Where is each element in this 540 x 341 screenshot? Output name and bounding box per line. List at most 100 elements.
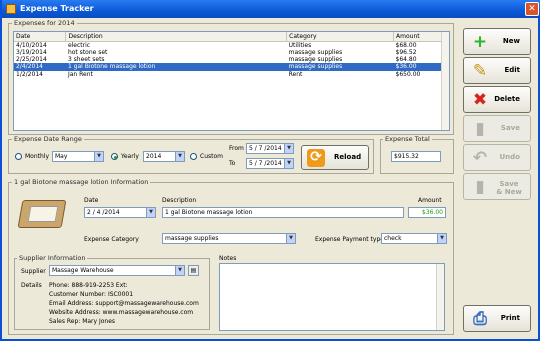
yearly-radio[interactable] <box>111 153 118 160</box>
supplier-phone: Phone: 888-919-2253 Ext: <box>49 282 128 289</box>
supplier-website: Website Address: www.massagewarehouse.co… <box>49 309 194 316</box>
payment-type-select[interactable]: check ▼ <box>381 233 447 244</box>
cell-category: massage supplies <box>288 56 343 64</box>
cell-category: massage supplies <box>288 48 343 56</box>
to-label: To <box>229 160 236 167</box>
cell-description: 1 gal Biotone massage lotion <box>65 63 287 71</box>
amount-label: Amount <box>418 197 442 204</box>
edit-label: Edit <box>504 66 520 74</box>
cell-amount: $96.52 <box>395 48 417 56</box>
expense-detail-legend: 1 gal Biotone massage lotion Information <box>12 178 151 186</box>
table-scrollbar[interactable] <box>441 32 449 130</box>
cell-category: massage supplies <box>286 63 394 71</box>
cell-amount: $68.00 <box>395 41 417 49</box>
cell-date: 2/4/2014 <box>14 63 66 71</box>
payment-type-label: Expense Payment type <box>315 236 384 243</box>
supplier-select[interactable]: Massage Warehouse ▼ <box>49 265 185 276</box>
print-button[interactable]: ⎙ Print <box>463 305 531 332</box>
cell-amount: $64.80 <box>395 56 417 64</box>
printer-icon: ⎙ <box>473 309 487 329</box>
expense-category-value: massage supplies <box>165 235 219 242</box>
supplier-label: Supplier <box>21 268 46 275</box>
delete-x-icon: ✖ <box>472 90 488 110</box>
save-new-label-line1: Save <box>499 180 519 188</box>
custom-radio[interactable] <box>190 153 197 160</box>
reload-button[interactable]: ⟳ Reload <box>301 145 369 170</box>
print-label: Print <box>500 314 520 322</box>
to-date-picker[interactable]: 5 / 7 /2014 ▼ <box>246 158 294 169</box>
cell-date: 3/19/2014 <box>16 48 47 56</box>
to-date-value: 5 / 7 /2014 <box>249 160 282 167</box>
year-value: 2014 <box>146 153 162 160</box>
title-bar: Expense Tracker ✕ <box>2 0 540 18</box>
cell-description: 3 sheet sets <box>67 56 105 64</box>
reload-label: Reload <box>334 153 362 161</box>
cell-category: Utilities <box>288 41 312 49</box>
new-label: New <box>502 37 520 45</box>
supplier-customer-number: Customer Number: ISC0001 <box>49 291 134 298</box>
cell-description: Jan Rent <box>67 70 93 78</box>
table-row[interactable]: 4/10/2014 electric Utilities $68.00 <box>14 41 442 49</box>
supplier-edit-button[interactable]: ▤ <box>188 265 199 276</box>
from-date-picker[interactable]: 5 / 7 /2014 ▼ <box>246 143 294 154</box>
year-select[interactable]: 2014 ▼ <box>143 151 185 162</box>
save-label: Save <box>500 124 520 132</box>
expenses-table[interactable]: Date Description Category Amount 4/10/20… <box>13 31 450 131</box>
chevron-down-icon: ▼ <box>286 234 295 243</box>
expense-total-legend: Expense Total <box>383 135 432 143</box>
description-field[interactable]: 1 gal Biotone massage lotion <box>162 207 404 218</box>
table-row[interactable]: 2/25/2014 3 sheet sets massage supplies $64… <box>14 56 442 63</box>
edit-button[interactable]: ✎ Edit <box>463 57 531 84</box>
yearly-label: Yearly <box>121 153 139 160</box>
column-description[interactable]: Description <box>65 32 288 42</box>
expense-date-value: 2 / 4 /2014 <box>87 209 120 216</box>
supplier-value: Massage Warehouse <box>52 267 114 274</box>
close-button[interactable]: ✕ <box>525 2 539 16</box>
expense-tracker-window: Expense Tracker ✕ Expenses for 2014 Date… <box>0 0 540 341</box>
expense-date-picker[interactable]: 2 / 4 /2014 ▼ <box>84 207 156 218</box>
table-row[interactable]: 1/2/2014 Jan Rent Rent $650.00 <box>14 71 442 78</box>
pencil-icon: ✎ <box>472 61 488 81</box>
notes-scrollbar[interactable] <box>436 264 444 330</box>
checkbook-icon <box>17 200 67 228</box>
save-icon: ▮ <box>475 119 485 139</box>
save-new-button[interactable]: ▮ Save & New <box>463 173 531 200</box>
delete-button[interactable]: ✖ Delete <box>463 86 531 113</box>
description-label: Description <box>162 197 197 204</box>
chevron-down-icon: ▼ <box>437 234 446 243</box>
amount-value: $36.00 <box>422 209 443 216</box>
month-select[interactable]: May ▼ <box>52 151 104 162</box>
expense-category-select[interactable]: massage supplies ▼ <box>162 233 296 244</box>
table-row[interactable]: 3/19/2014 hot stone set massage supplies $9… <box>14 49 442 56</box>
expenses-legend: Expenses for 2014 <box>12 19 77 27</box>
undo-icon: ↶ <box>472 148 488 168</box>
table-row-selected[interactable]: 2/4/2014 1 gal Biotone massage lotion mass… <box>14 63 442 71</box>
chevron-down-icon: ▼ <box>94 152 103 161</box>
cell-amount: $36.00 <box>393 63 442 71</box>
expense-category-label: Expense Category <box>84 236 139 243</box>
expense-total-value: $915.32 <box>394 153 419 160</box>
chevron-down-icon: ▼ <box>175 152 184 161</box>
chevron-down-icon: ▼ <box>284 144 293 153</box>
save-new-label-line2: & New <box>496 188 522 196</box>
supplier-legend: Supplier Information <box>17 254 88 262</box>
cell-date: 4/10/2014 <box>16 41 47 49</box>
save-button[interactable]: ▮ Save <box>463 115 531 142</box>
chevron-down-icon: ▼ <box>284 159 293 168</box>
delete-label: Delete <box>494 95 520 103</box>
undo-label: Undo <box>499 153 521 161</box>
column-date[interactable]: Date <box>14 32 67 42</box>
new-button[interactable]: + New <box>463 28 531 55</box>
date-label: Date <box>84 197 99 204</box>
column-category[interactable]: Category <box>286 32 395 42</box>
column-amount[interactable]: Amount <box>393 32 442 42</box>
plus-icon: + <box>472 32 488 52</box>
monthly-radio[interactable] <box>15 153 22 160</box>
cell-category: Rent <box>288 70 303 78</box>
supplier-sales-rep: Sales Rep: Mary Jones <box>49 318 116 325</box>
amount-field[interactable]: $36.00 <box>408 207 446 218</box>
undo-button[interactable]: ↶ Undo <box>463 144 531 171</box>
notes-field[interactable] <box>219 263 445 331</box>
cell-amount: $650.00 <box>395 70 421 78</box>
chevron-down-icon: ▼ <box>146 208 155 217</box>
